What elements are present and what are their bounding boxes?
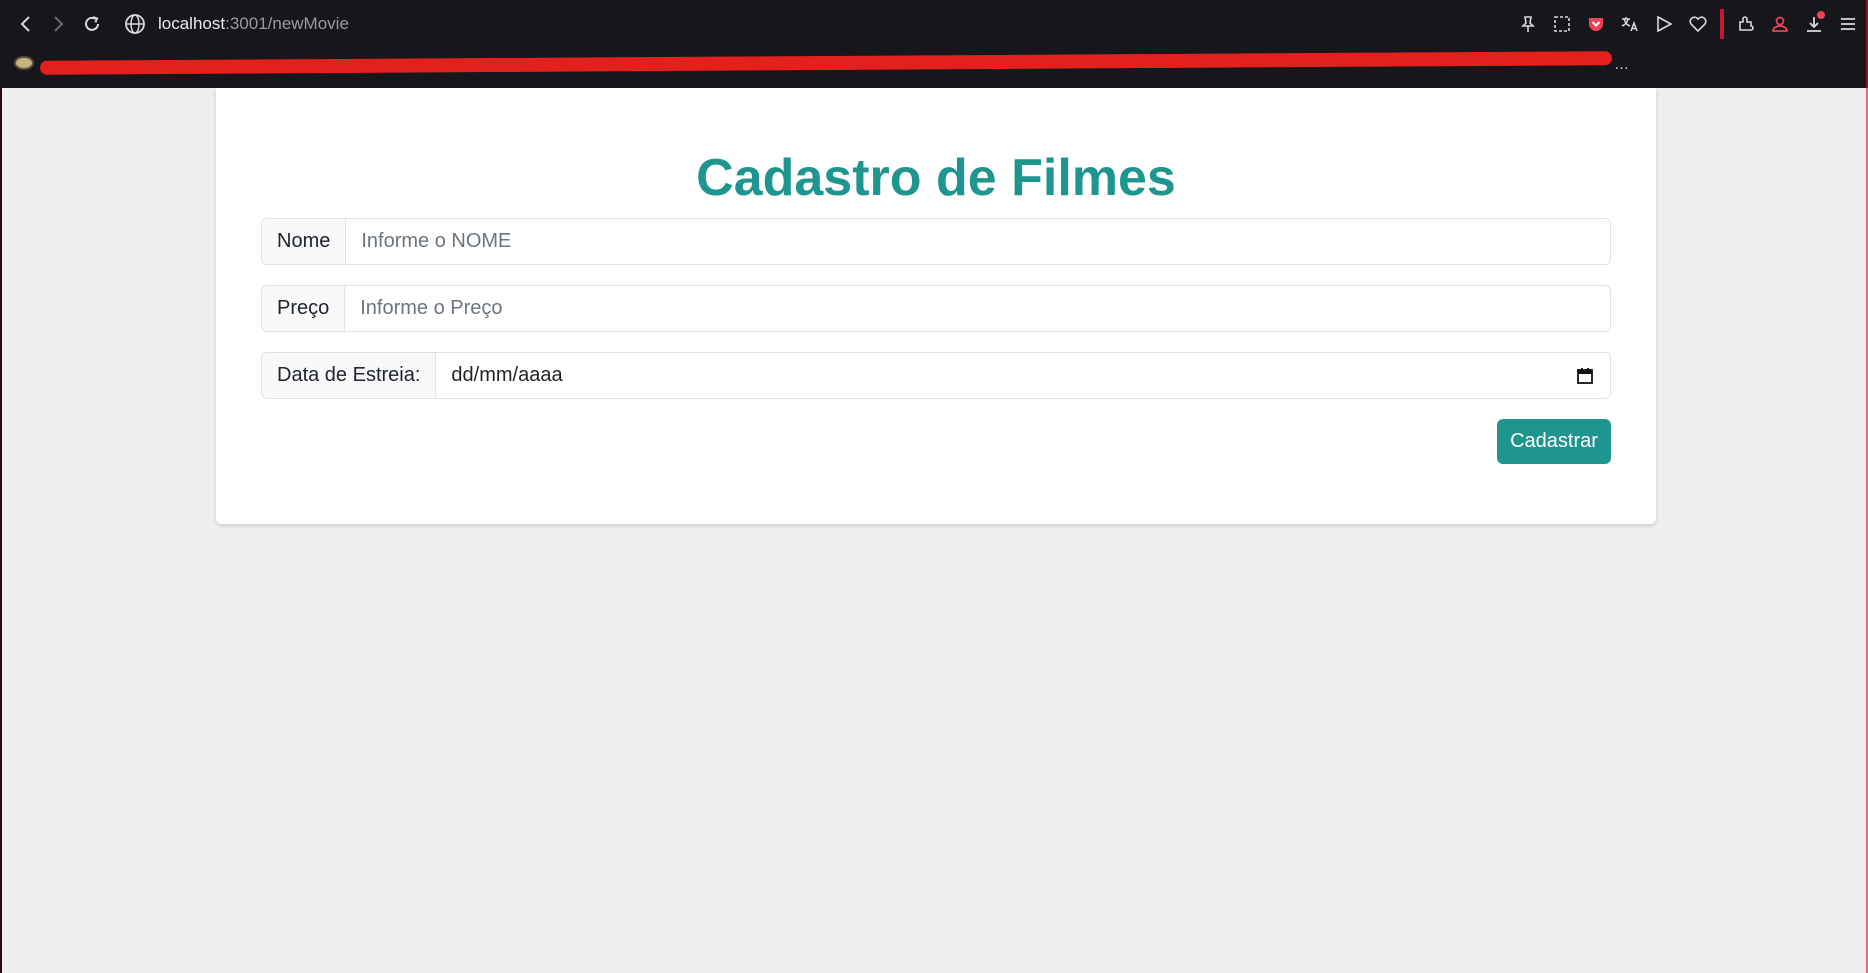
pin-icon[interactable] xyxy=(1516,12,1540,36)
extensions-icon[interactable] xyxy=(1734,12,1758,36)
nome-input[interactable] xyxy=(346,219,1610,264)
browser-chrome: localhost:3001/newMovie … xyxy=(0,0,1868,88)
movie-form-card: Cadastro de Filmes Nome Preço Data de Es… xyxy=(216,88,1656,524)
download-badge xyxy=(1817,11,1825,19)
url-path: :3001/newMovie xyxy=(225,14,349,33)
data-estreia-label: Data de Estreia: xyxy=(262,353,437,398)
download-icon[interactable] xyxy=(1802,11,1826,36)
forward-icon[interactable] xyxy=(46,12,70,36)
toolbar-icons xyxy=(1506,9,1860,39)
preco-label: Preço xyxy=(262,286,346,331)
globe-icon xyxy=(125,14,145,34)
data-estreia-input[interactable]: dd/mm/aaaa xyxy=(436,353,1610,398)
heart-icon[interactable] xyxy=(1686,12,1710,36)
preco-input[interactable] xyxy=(345,286,1610,331)
nome-label: Nome xyxy=(262,219,347,264)
reload-icon[interactable] xyxy=(80,12,104,36)
nome-input-group: Nome xyxy=(261,218,1611,265)
menu-icon[interactable] xyxy=(1836,12,1860,36)
address-bar[interactable]: localhost:3001/newMovie xyxy=(124,10,349,38)
cadastrar-button[interactable]: Cadastrar xyxy=(1497,419,1611,464)
bookmarks-overflow[interactable]: … xyxy=(1614,56,1629,73)
data-estreia-input-group: Data de Estreia: dd/mm/aaaa xyxy=(261,352,1611,399)
toolbar-separator xyxy=(1720,9,1724,39)
bookmark-favicon-icon[interactable] xyxy=(14,56,34,70)
url-host: localhost xyxy=(158,14,226,33)
send-icon[interactable] xyxy=(1652,12,1676,36)
window-edge xyxy=(0,88,2,973)
date-placeholder: dd/mm/aaaa xyxy=(451,364,563,386)
profile-icon[interactable] xyxy=(1768,12,1792,36)
calendar-icon[interactable] xyxy=(1575,366,1595,386)
browser-toolbar: localhost:3001/newMovie xyxy=(0,0,1868,48)
page-title: Cadastro de Filmes xyxy=(696,149,1176,207)
pocket-icon[interactable] xyxy=(1584,12,1608,36)
preco-input-group: Preço xyxy=(261,285,1611,332)
back-icon[interactable] xyxy=(14,12,38,36)
translate-icon[interactable] xyxy=(1618,12,1642,36)
screenshot-icon[interactable] xyxy=(1550,12,1574,36)
